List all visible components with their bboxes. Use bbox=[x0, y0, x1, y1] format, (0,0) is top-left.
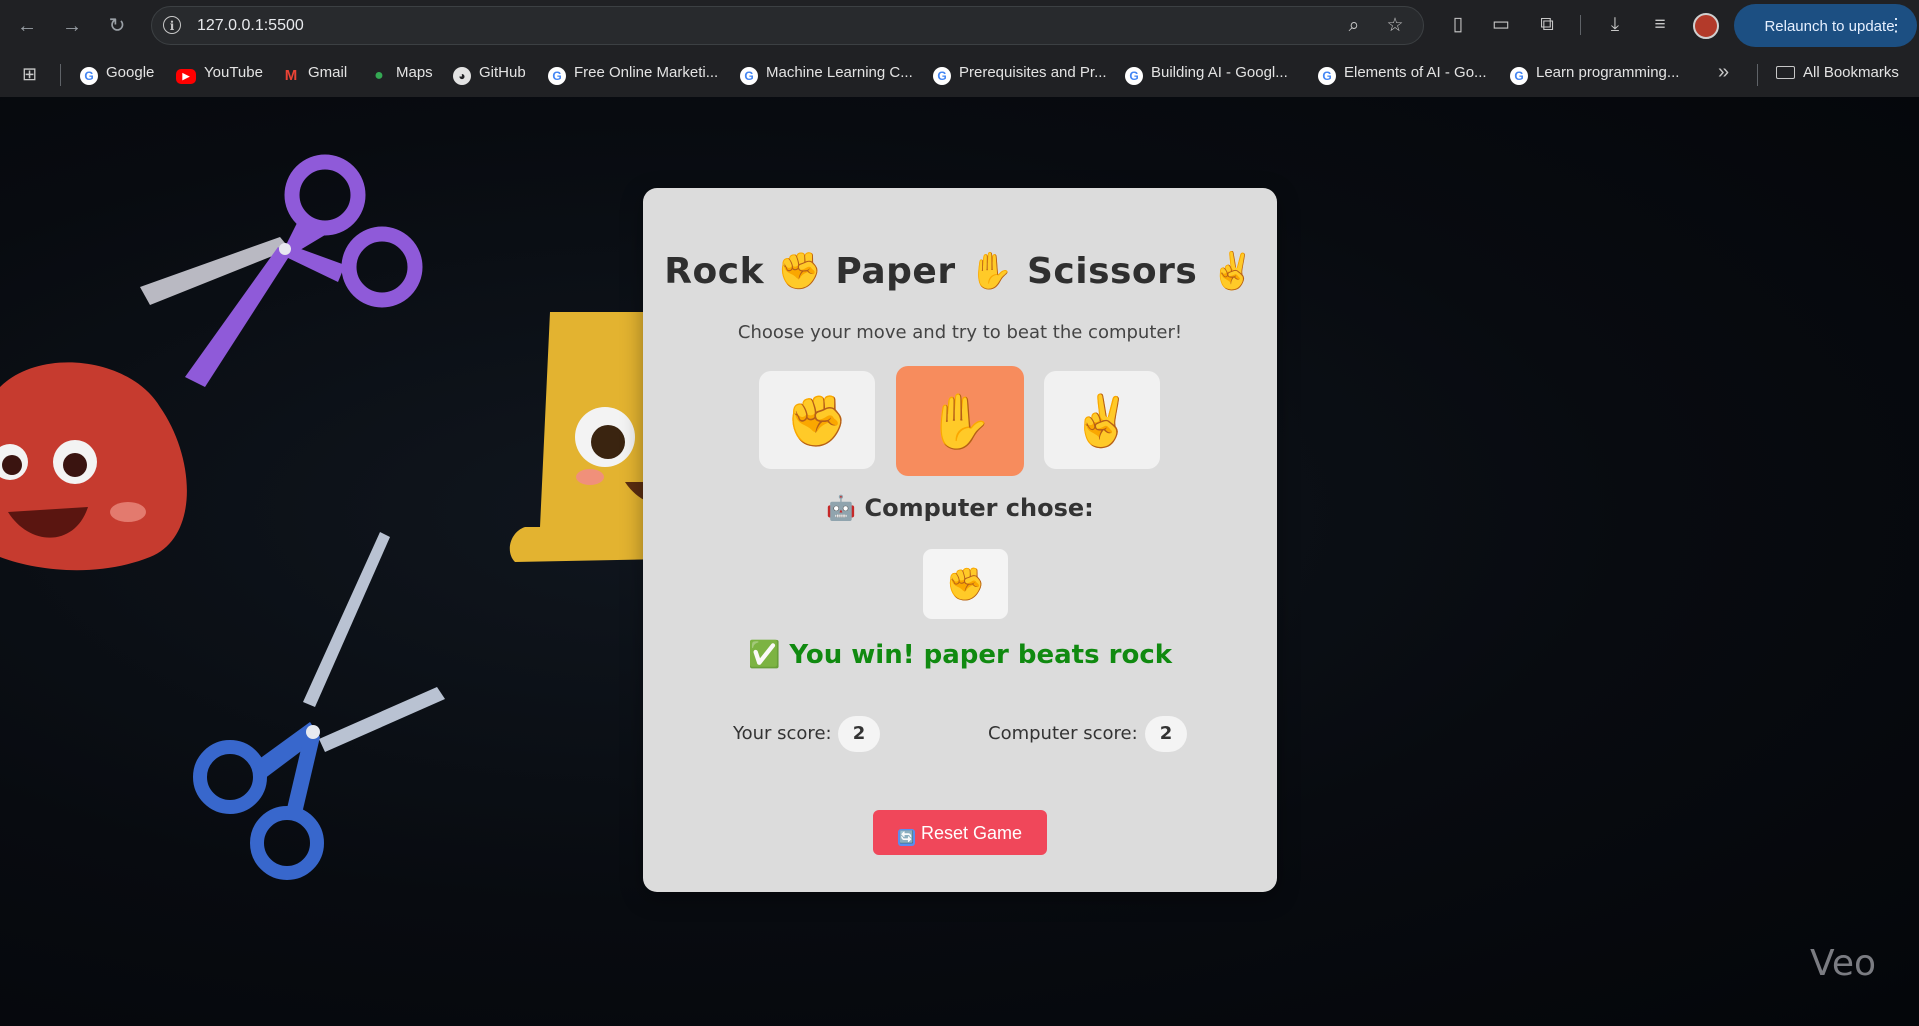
bookmark-label: Maps bbox=[396, 64, 433, 81]
reset-game-button[interactable]: 🔄 Reset Game bbox=[873, 810, 1047, 855]
computer-choice-display: ✊ bbox=[923, 549, 1008, 619]
computer-score-value: 2 bbox=[1145, 716, 1187, 752]
bookmark-learn-programming[interactable]: G Learn programming... bbox=[1510, 62, 1680, 85]
browser-toolbar: ← → ↻ i 127.0.0.1:5500 ⌕ ☆ ▯ ▭ ⧉ ⤓ ≡ Rel… bbox=[0, 0, 1919, 51]
reload-icon[interactable]: ↻ bbox=[103, 12, 131, 40]
bookmark-label: Free Online Marketi... bbox=[574, 64, 719, 81]
download-icon[interactable]: ⤓ bbox=[1602, 12, 1628, 38]
bookmark-label: Prerequisites and Pr... bbox=[959, 64, 1107, 81]
extensions-puzzle-icon[interactable]: ⧉ bbox=[1534, 12, 1560, 38]
game-card: Rock ✊ Paper ✋ Scissors ✌️ Choose your m… bbox=[643, 188, 1277, 892]
bookmark-youtube[interactable]: ▶ YouTube bbox=[176, 62, 263, 84]
back-icon[interactable]: ← bbox=[13, 12, 41, 40]
google-icon: G bbox=[933, 67, 951, 85]
your-score-label: Your score: bbox=[733, 723, 832, 744]
bookmark-elements-of-ai[interactable]: G Elements of AI - Go... bbox=[1318, 62, 1487, 85]
bookmarks-bar: ⊞ G Google ▶ YouTube M Gmail ● Maps ◕ GitHub … bbox=[0, 51, 1919, 97]
browser-chrome: ← → ↻ i 127.0.0.1:5500 ⌕ ☆ ▯ ▭ ⧉ ⤓ ≡ Rel… bbox=[0, 0, 1919, 97]
bookmark-label: Gmail bbox=[308, 64, 348, 81]
page-viewport: Veo Rock ✊ Paper ✋ Scissors ✌️ Choose yo… bbox=[0, 97, 1919, 1026]
veo-watermark: Veo bbox=[1810, 943, 1877, 984]
bookmark-label: Google bbox=[106, 64, 155, 81]
bookmark-maps[interactable]: ● Maps bbox=[370, 62, 433, 84]
more-bookmarks-icon[interactable]: » bbox=[1718, 61, 1729, 84]
game-title: Rock ✊ Paper ✋ Scissors ✌️ bbox=[664, 251, 1256, 292]
your-score-value: 2 bbox=[838, 716, 880, 752]
bookmark-machine-learning[interactable]: G Machine Learning C... bbox=[740, 62, 913, 85]
extension-mouse-icon[interactable]: ▯ bbox=[1445, 12, 1471, 38]
blue-scissors-illustration bbox=[193, 532, 445, 880]
rock-button[interactable]: ✊ bbox=[759, 371, 875, 469]
github-icon: ◕ bbox=[453, 67, 471, 85]
address-bar[interactable]: i 127.0.0.1:5500 ⌕ ☆ bbox=[151, 6, 1424, 45]
bookmark-label: YouTube bbox=[204, 64, 263, 81]
reset-label: Reset Game bbox=[920, 823, 1023, 843]
google-icon: G bbox=[548, 67, 566, 85]
bookmark-free-online-marketing[interactable]: G Free Online Marketi... bbox=[548, 62, 719, 85]
google-icon: G bbox=[1510, 67, 1528, 85]
bookmark-github[interactable]: ◕ GitHub bbox=[453, 62, 526, 85]
computer-chose-label: 🤖 Computer chose: bbox=[826, 494, 1094, 522]
zoom-icon[interactable]: ⌕ bbox=[1342, 14, 1366, 38]
bookmark-label: Building AI - Googl... bbox=[1151, 64, 1288, 81]
youtube-icon: ▶ bbox=[176, 69, 196, 84]
paper-button[interactable]: ✋ bbox=[896, 366, 1024, 476]
menu-dots-icon[interactable]: ⋮ bbox=[1887, 4, 1905, 47]
bookmark-label: Elements of AI - Go... bbox=[1344, 64, 1487, 81]
result-message: ✅ You win! paper beats rock bbox=[747, 640, 1173, 670]
all-bookmarks-label: All Bookmarks bbox=[1803, 64, 1899, 81]
extension-tabs-icon[interactable]: ▭ bbox=[1488, 12, 1514, 38]
relaunch-button[interactable]: Relaunch to update ⋮ bbox=[1734, 4, 1917, 47]
bookmark-google[interactable]: G Google bbox=[80, 62, 155, 85]
bookmark-building-ai[interactable]: G Building AI - Googl... bbox=[1125, 62, 1288, 85]
bookmark-label: GitHub bbox=[479, 64, 526, 81]
all-bookmarks-button[interactable]: All Bookmarks bbox=[1776, 62, 1899, 84]
google-icon: G bbox=[740, 67, 758, 85]
toolbar-divider bbox=[1580, 15, 1581, 35]
google-icon: G bbox=[1318, 67, 1336, 85]
profile-avatar[interactable] bbox=[1693, 13, 1719, 39]
relaunch-label: Relaunch to update bbox=[1764, 18, 1895, 35]
maps-icon: ● bbox=[374, 67, 384, 84]
site-info-icon[interactable]: i bbox=[163, 16, 181, 34]
bookmark-label: Machine Learning C... bbox=[766, 64, 913, 81]
forward-icon[interactable]: → bbox=[58, 12, 86, 40]
bookmark-prerequisites[interactable]: G Prerequisites and Pr... bbox=[933, 62, 1107, 85]
folder-icon bbox=[1776, 66, 1795, 79]
refresh-icon: 🔄 bbox=[897, 829, 915, 846]
computer-score-label: Computer score: bbox=[988, 723, 1138, 744]
apps-grid-icon[interactable]: ⊞ bbox=[22, 64, 42, 84]
google-icon: G bbox=[1125, 67, 1143, 85]
bookmarks-divider bbox=[60, 64, 61, 86]
bookmark-gmail[interactable]: M Gmail bbox=[282, 62, 347, 84]
scissors-button[interactable]: ✌️ bbox=[1044, 371, 1160, 469]
bookmarks-divider bbox=[1757, 64, 1758, 86]
rock-character-illustration bbox=[0, 362, 187, 571]
google-icon: G bbox=[80, 67, 98, 85]
game-subtitle: Choose your move and try to beat the com… bbox=[737, 322, 1183, 343]
media-queue-icon[interactable]: ≡ bbox=[1647, 12, 1673, 38]
gmail-icon: M bbox=[284, 67, 298, 84]
url-text: 127.0.0.1:5500 bbox=[197, 17, 304, 34]
bookmark-star-icon[interactable]: ☆ bbox=[1383, 14, 1407, 38]
bookmark-label: Learn programming... bbox=[1536, 64, 1680, 81]
